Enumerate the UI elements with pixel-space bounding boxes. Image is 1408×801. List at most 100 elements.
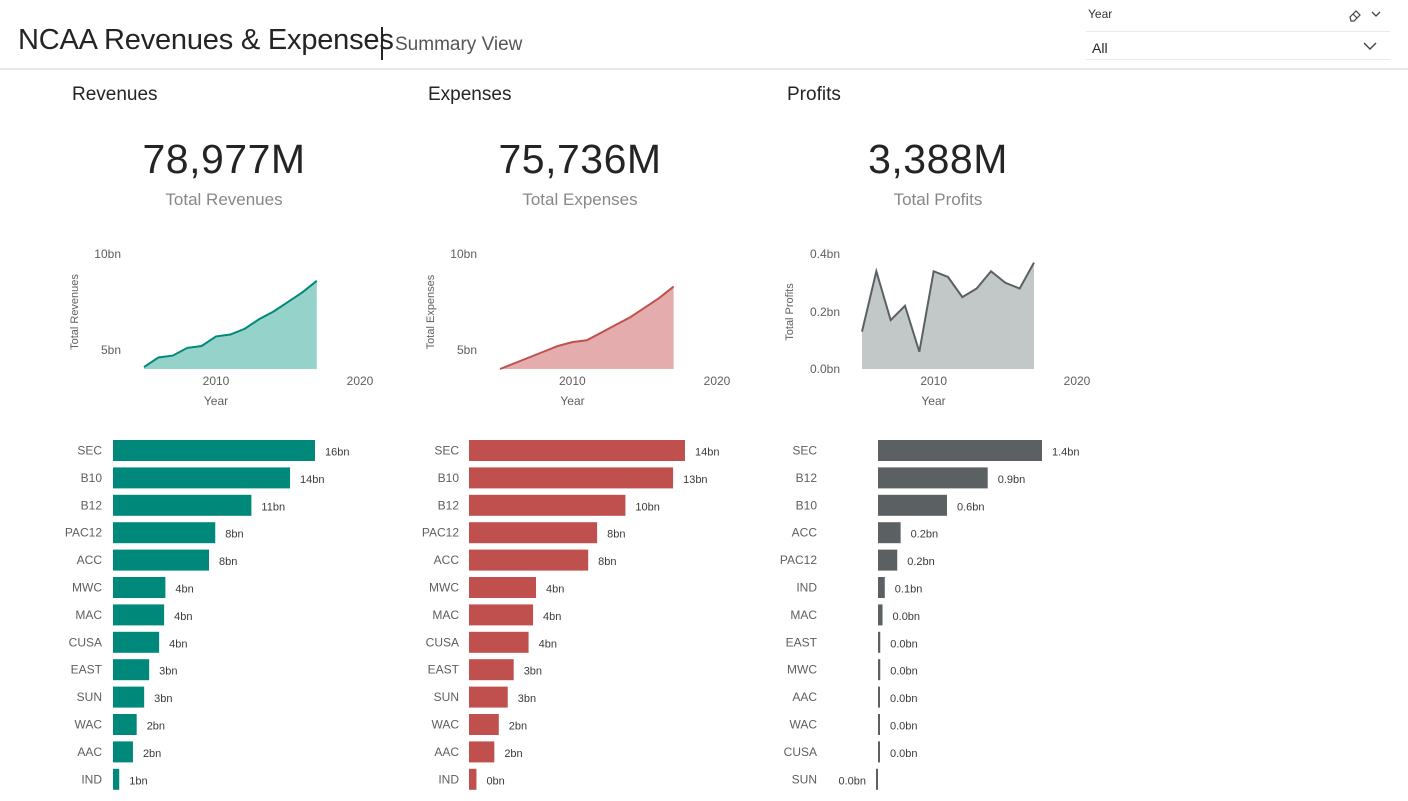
revenues-data-label: 2bn: [147, 721, 165, 733]
revenues-kpi-value: 78,977M: [142, 136, 306, 182]
profits-x-tick-label: 2020: [1064, 374, 1091, 388]
profits-bar: [878, 604, 883, 626]
revenues-data-label: 2bn: [143, 748, 161, 760]
revenues-kpi-label: Total Revenues: [165, 190, 283, 209]
revenues-data-label: 3bn: [159, 666, 177, 678]
expenses-data-label: 3bn: [524, 666, 542, 678]
expenses-category-label: SEC: [434, 444, 459, 458]
expenses-data-label: 14bn: [695, 447, 719, 459]
profits-category-label: B12: [796, 471, 818, 485]
dropdown-arrow-icon[interactable]: [1362, 41, 1378, 51]
revenues-data-label: 8bn: [219, 556, 237, 568]
expenses-bar: [469, 577, 537, 598]
revenues-data-label: 4bn: [169, 638, 187, 650]
profits-bar: [878, 686, 880, 708]
revenues-category-label: MAC: [75, 608, 102, 622]
profits-y-tick-label: 0.0bn: [810, 362, 840, 376]
profits-category-label: MAC: [790, 608, 817, 622]
revenues-y-axis-title: Total Revenues: [69, 274, 81, 350]
expenses-data-label: 3bn: [518, 693, 536, 705]
revenues-data-label: 16bn: [325, 447, 349, 459]
expenses-bar: [469, 467, 674, 489]
profits-category-label: CUSA: [784, 745, 817, 759]
expenses-data-label: 13bn: [683, 474, 707, 486]
year-slicer[interactable]: Year All: [1086, 0, 1390, 62]
revenues-bar: [113, 686, 145, 708]
expenses-data-label: 0bn: [486, 775, 504, 787]
expenses-category-label: SUN: [434, 690, 459, 704]
slicer-label: Year: [1088, 7, 1113, 21]
revenues-bar: [113, 467, 291, 489]
revenues-x-tick-label: 2020: [347, 374, 374, 388]
revenues-bar: [113, 440, 315, 461]
revenues-x-axis-title: Year: [204, 394, 228, 408]
expenses-category-label: WAC: [431, 718, 459, 732]
profits-bar: [878, 659, 881, 681]
expenses-bar: [469, 440, 685, 461]
expenses-bar: [469, 522, 598, 544]
expenses-title: Expenses: [428, 84, 512, 105]
profits-data-label: 0.2bn: [907, 556, 935, 568]
expenses-trend-line: [499, 285, 675, 370]
revenues-y-tick-label: 10bn: [94, 247, 121, 261]
revenues-data-label: 1bn: [129, 775, 147, 787]
revenues-y-tick-label: 5bn: [101, 343, 121, 357]
profits-data-label: 0.9bn: [998, 474, 1026, 486]
expenses-bar: [469, 686, 508, 708]
profits-data-label: 0.0bn: [890, 666, 918, 678]
year-dropdown[interactable]: All: [1086, 31, 1390, 60]
expenses-y-axis-title: Total Expenses: [425, 274, 437, 349]
revenues-data-label: 4bn: [174, 611, 192, 623]
expenses-data-label: 2bn: [504, 748, 522, 760]
revenues-bar: [113, 659, 150, 681]
expenses-category-label: AAC: [434, 745, 459, 759]
profits-y-tick-label: 0.4bn: [810, 247, 840, 261]
eraser-icon[interactable]: [1348, 8, 1362, 22]
profits-category-label: PAC12: [780, 553, 817, 567]
profits-data-label: 0.0bn: [890, 721, 918, 733]
profits-data-label: 1.4bn: [1052, 447, 1080, 459]
profits-bar: [878, 741, 880, 763]
profits-bar: [878, 577, 885, 598]
profits-bar: [878, 494, 947, 516]
profits-category-label: SEC: [792, 444, 817, 458]
profits-x-axis-title: Year: [921, 394, 945, 408]
profits-category-label: ACC: [792, 526, 818, 540]
revenues-category-label: MWC: [72, 581, 102, 595]
expenses-bar: [469, 659, 514, 681]
expenses-category-label: B12: [438, 498, 460, 512]
profits-category-label: WAC: [789, 718, 817, 732]
expenses-bar: [469, 768, 477, 790]
revenues-category-label: AAC: [77, 745, 102, 759]
profits-category-label: B10: [796, 498, 818, 512]
profits-bar: [876, 768, 878, 790]
revenues-category-label: SEC: [77, 444, 102, 458]
profits-data-label: 0.0bn: [893, 611, 921, 623]
profits-kpi-value: 3,388M: [868, 136, 1008, 182]
revenues-data-label: 4bn: [175, 584, 193, 596]
revenues-trend-line: [143, 280, 318, 368]
profits-data-label: 0.0bn: [890, 638, 918, 650]
revenues-category-label: WAC: [74, 718, 102, 732]
expenses-category-label: EAST: [428, 663, 460, 677]
profits-bar: [878, 440, 1042, 461]
expenses-data-label: 4bn: [539, 638, 557, 650]
expenses-data-label: 10bn: [635, 501, 659, 513]
revenues-data-label: 11bn: [261, 501, 285, 513]
expenses-data-label: 4bn: [543, 611, 561, 623]
revenues-category-label: B10: [81, 471, 103, 485]
chevron-down-icon[interactable]: [1370, 9, 1382, 19]
profits-category-label: EAST: [786, 635, 818, 649]
expenses-category-label: MAC: [432, 608, 459, 622]
expenses-category-label: CUSA: [426, 635, 459, 649]
expenses-data-label: 4bn: [546, 584, 564, 596]
revenues-bar: [113, 577, 166, 598]
expenses-data-label: 8bn: [607, 529, 625, 541]
profits-y-axis-title: Total Profits: [784, 283, 796, 341]
expenses-x-tick-label: 2020: [704, 374, 731, 388]
expenses-bar: [469, 631, 529, 653]
revenues-bar: [113, 631, 160, 653]
revenues-x-tick-label: 2010: [203, 374, 230, 388]
profits-data-label: 0.6bn: [957, 501, 985, 513]
expenses-y-tick-label: 10bn: [450, 247, 477, 261]
